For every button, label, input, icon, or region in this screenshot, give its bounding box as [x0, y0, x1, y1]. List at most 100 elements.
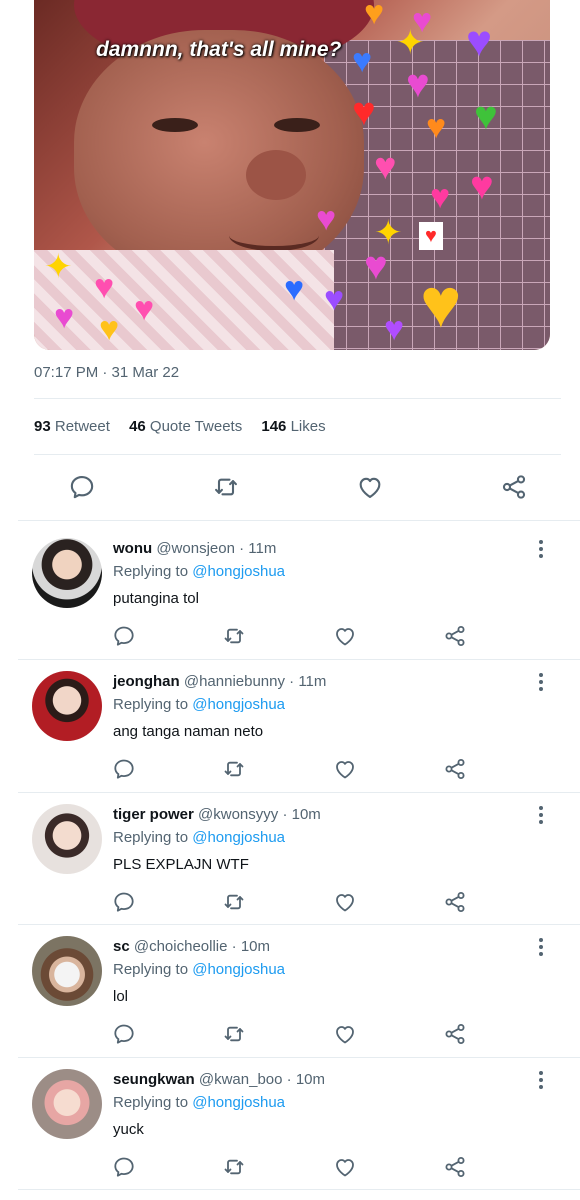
- heart-emoji: ♥: [470, 164, 494, 208]
- reply-time: 10m: [291, 806, 321, 823]
- tweet-timestamp[interactable]: 07:17 PM · 31 Mar 22: [34, 364, 179, 381]
- heart-emoji: ♥: [364, 0, 385, 32]
- more-options-icon[interactable]: [532, 936, 550, 958]
- share-icon[interactable]: [443, 890, 467, 914]
- display-name[interactable]: sc: [113, 938, 130, 955]
- retweet-icon[interactable]: [222, 1155, 246, 1179]
- reply-header: tiger power @kwonsyyy · 10m: [113, 806, 321, 823]
- retweet-icon[interactable]: [212, 473, 240, 501]
- avatar[interactable]: [32, 936, 102, 1006]
- heart-emoji: ♥: [54, 298, 75, 336]
- image-mouth: [229, 220, 319, 251]
- heart-emoji: ♥: [352, 42, 373, 80]
- heart-emoji: ♥: [94, 268, 115, 306]
- replying-to: Replying to @hongjoshua: [113, 1094, 286, 1111]
- more-options-icon[interactable]: [532, 804, 550, 826]
- like-icon[interactable]: [333, 757, 357, 781]
- share-icon[interactable]: [443, 1155, 467, 1179]
- mention-link[interactable]: @hongjoshua: [192, 696, 285, 713]
- avatar[interactable]: [32, 671, 102, 741]
- heart-emoji: ♥: [420, 264, 462, 342]
- avatar[interactable]: [32, 1069, 102, 1139]
- more-options-icon[interactable]: [532, 538, 550, 560]
- reply-icon[interactable]: [68, 473, 96, 501]
- reply-item[interactable]: sc @choicheollie · 10m Replying to @hong…: [0, 924, 580, 1056]
- reply-text: ang tanga naman neto: [113, 723, 264, 740]
- mention-link[interactable]: @hongjoshua: [192, 563, 285, 580]
- heart-emoji: ♥: [284, 270, 305, 308]
- replying-to: Replying to @hongjoshua: [113, 961, 286, 978]
- tweet-stats: 93 Retweet 46 Quote Tweets 146 Likes: [34, 418, 341, 435]
- reply-icon[interactable]: [112, 1022, 136, 1046]
- replying-to: Replying to @hongjoshua: [113, 696, 286, 713]
- image-eye: [274, 118, 320, 132]
- heart-emoji: ♥: [316, 200, 337, 238]
- mention-link[interactable]: @hongjoshua: [192, 829, 285, 846]
- reply-item[interactable]: jeonghan @hanniebunny · 11m Replying to …: [0, 659, 580, 791]
- heart-emoji: ♥: [374, 146, 397, 188]
- reply-icon[interactable]: [112, 624, 136, 648]
- replying-to: Replying to @hongjoshua: [113, 829, 286, 846]
- image-eye: [152, 118, 198, 132]
- handle[interactable]: @kwan_boo: [199, 1071, 283, 1088]
- display-name[interactable]: tiger power: [113, 806, 194, 823]
- heart-emoji: ♥: [352, 90, 376, 134]
- separator: ·: [239, 540, 245, 557]
- avatar[interactable]: [32, 538, 102, 608]
- reply-item[interactable]: wonu @wonsjeon · 11m Replying to @hongjo…: [0, 526, 580, 658]
- divider: [18, 1189, 580, 1190]
- display-name[interactable]: wonu: [113, 540, 152, 557]
- more-options-icon[interactable]: [532, 1069, 550, 1091]
- share-icon[interactable]: [500, 473, 528, 501]
- separator: ·: [289, 673, 295, 690]
- reply-icon[interactable]: [112, 757, 136, 781]
- retweet-count[interactable]: 93 Retweet: [34, 418, 110, 435]
- mention-link[interactable]: @hongjoshua: [192, 1094, 285, 1111]
- like-icon[interactable]: [333, 624, 357, 648]
- quote-tweets-count[interactable]: 46 Quote Tweets: [129, 418, 242, 435]
- like-icon[interactable]: [333, 1022, 357, 1046]
- retweet-icon[interactable]: [222, 890, 246, 914]
- mention-link[interactable]: @hongjoshua: [192, 961, 285, 978]
- handle[interactable]: @choicheollie: [134, 938, 228, 955]
- reply-item[interactable]: tiger power @kwonsyyy · 10m Replying to …: [0, 792, 580, 924]
- likes-count[interactable]: 146 Likes: [261, 418, 325, 435]
- heart-emoji: ♥: [474, 94, 498, 138]
- like-icon[interactable]: [333, 890, 357, 914]
- reply-time: 11m: [248, 540, 277, 557]
- avatar[interactable]: [32, 804, 102, 874]
- reply-text: lol: [113, 988, 129, 1005]
- reply-icon[interactable]: [112, 890, 136, 914]
- like-icon[interactable]: [333, 1155, 357, 1179]
- heart-emoji: ♥: [406, 62, 430, 106]
- display-name[interactable]: jeonghan: [113, 673, 180, 690]
- share-icon[interactable]: [443, 1022, 467, 1046]
- reply-item[interactable]: seungkwan @kwan_boo · 10m Replying to @h…: [0, 1057, 580, 1189]
- reply-header: sc @choicheollie · 10m: [113, 938, 270, 955]
- retweet-icon[interactable]: [222, 757, 246, 781]
- more-options-icon[interactable]: [532, 671, 550, 693]
- share-icon[interactable]: [443, 757, 467, 781]
- share-icon[interactable]: [443, 624, 467, 648]
- like-icon[interactable]: [356, 473, 384, 501]
- reply-header: wonu @wonsjeon · 11m: [113, 540, 276, 557]
- reply-text: PLS EXPLAJN WTF: [113, 856, 249, 873]
- retweet-icon[interactable]: [222, 1022, 246, 1046]
- handle[interactable]: @hanniebunny: [184, 673, 285, 690]
- image-caption: damnnn, that's all mine?: [96, 38, 342, 61]
- tweet-image[interactable]: ♥ ♥ ♥ ♥ ✦ ♥ ♥ ♥ ♥ ♥ ♥ ♥ ♥ ✦ ♥ ♥ ♥ ♥ ♥ ♥ …: [34, 0, 550, 350]
- divider: [34, 398, 561, 399]
- divider: [34, 454, 561, 455]
- handle[interactable]: @kwonsyyy: [198, 806, 278, 823]
- heart-emoji: ♥: [99, 310, 120, 348]
- heart-emoji: ♥: [466, 17, 493, 66]
- replying-to: Replying to @hongjoshua: [113, 563, 286, 580]
- sparkle-emoji: ✦: [396, 24, 425, 62]
- reply-icon[interactable]: [112, 1155, 136, 1179]
- image-face: [74, 30, 364, 280]
- reply-time: 11m: [298, 673, 327, 690]
- separator: ·: [286, 1071, 292, 1088]
- retweet-icon[interactable]: [222, 624, 246, 648]
- handle[interactable]: @wonsjeon: [156, 540, 235, 557]
- display-name[interactable]: seungkwan: [113, 1071, 195, 1088]
